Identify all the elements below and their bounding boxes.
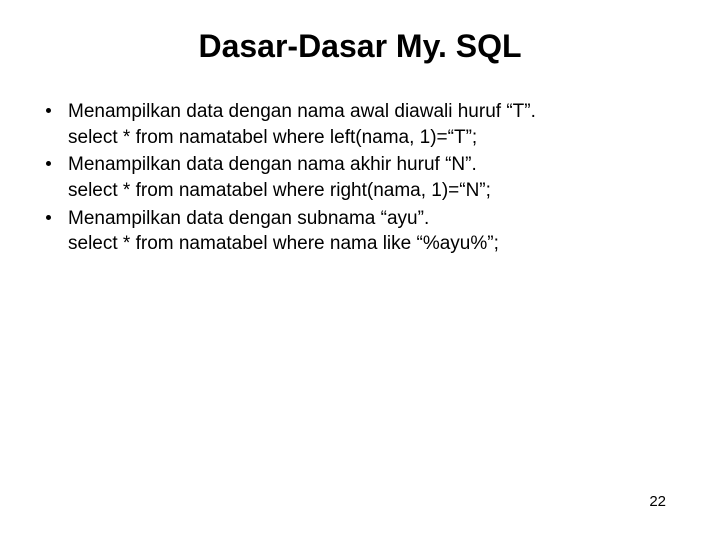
bullet-desc: Menampilkan data dengan nama akhir huruf… [68,152,680,178]
bullet-sql: select * from namatabel where right(nama… [68,178,680,204]
bullet-desc: Menampilkan data dengan subnama “ayu”. [68,206,680,232]
slide-title: Dasar-Dasar My. SQL [40,28,680,65]
list-item: Menampilkan data dengan nama awal diawal… [68,99,680,150]
page-number: 22 [649,493,666,510]
bullet-icon [46,215,51,220]
bullet-list: Menampilkan data dengan nama awal diawal… [40,99,680,257]
list-item: Menampilkan data dengan nama akhir huruf… [68,152,680,203]
list-item: Menampilkan data dengan subnama “ayu”. s… [68,206,680,257]
bullet-sql: select * from namatabel where left(nama,… [68,125,680,151]
bullet-icon [46,161,51,166]
bullet-icon [46,108,51,113]
bullet-sql: select * from namatabel where nama like … [68,231,680,257]
bullet-desc: Menampilkan data dengan nama awal diawal… [68,99,680,125]
